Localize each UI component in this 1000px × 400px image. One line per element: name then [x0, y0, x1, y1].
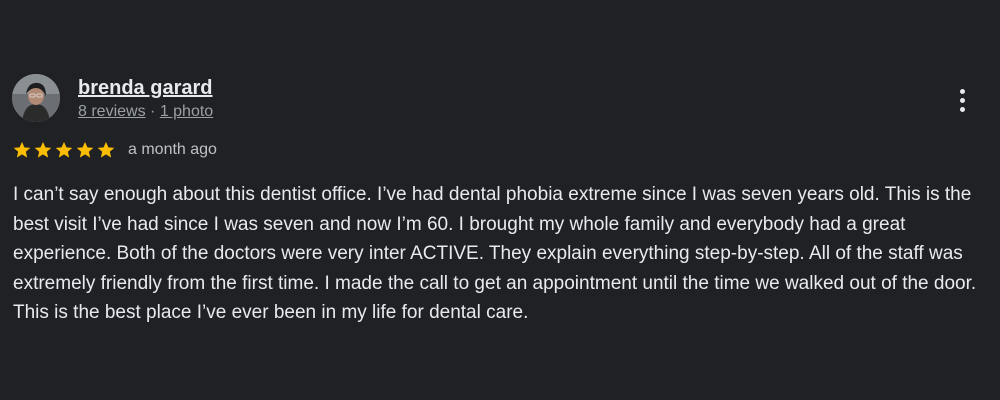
star-icon — [13, 141, 31, 158]
reviews-count-link[interactable]: 8 reviews — [78, 103, 146, 120]
review-time: a month ago — [128, 141, 217, 158]
star-icon — [76, 141, 94, 158]
star-icon — [34, 141, 52, 158]
avatar[interactable] — [12, 74, 60, 122]
star-icon — [97, 141, 115, 158]
reviewer-meta: 8 reviews · 1 photo — [78, 102, 213, 122]
more-vert-icon — [959, 88, 965, 94]
star-icon — [55, 141, 73, 158]
star-rating — [12, 140, 116, 160]
more-vert-icon-dot — [959, 97, 965, 103]
photos-count-link[interactable]: 1 photo — [160, 103, 213, 120]
rating-row: a month ago — [12, 138, 217, 162]
reviewer-name[interactable]: brenda garard — [78, 76, 212, 100]
meta-separator: · — [150, 103, 156, 120]
review-card: brenda garard 8 reviews · 1 photo a mont… — [0, 0, 1000, 400]
more-vert-icon-dot — [959, 106, 965, 112]
avatar-photo — [12, 74, 60, 122]
more-options-button[interactable] — [950, 84, 974, 116]
review-text: I can’t say enough about this dentist of… — [13, 184, 977, 323]
